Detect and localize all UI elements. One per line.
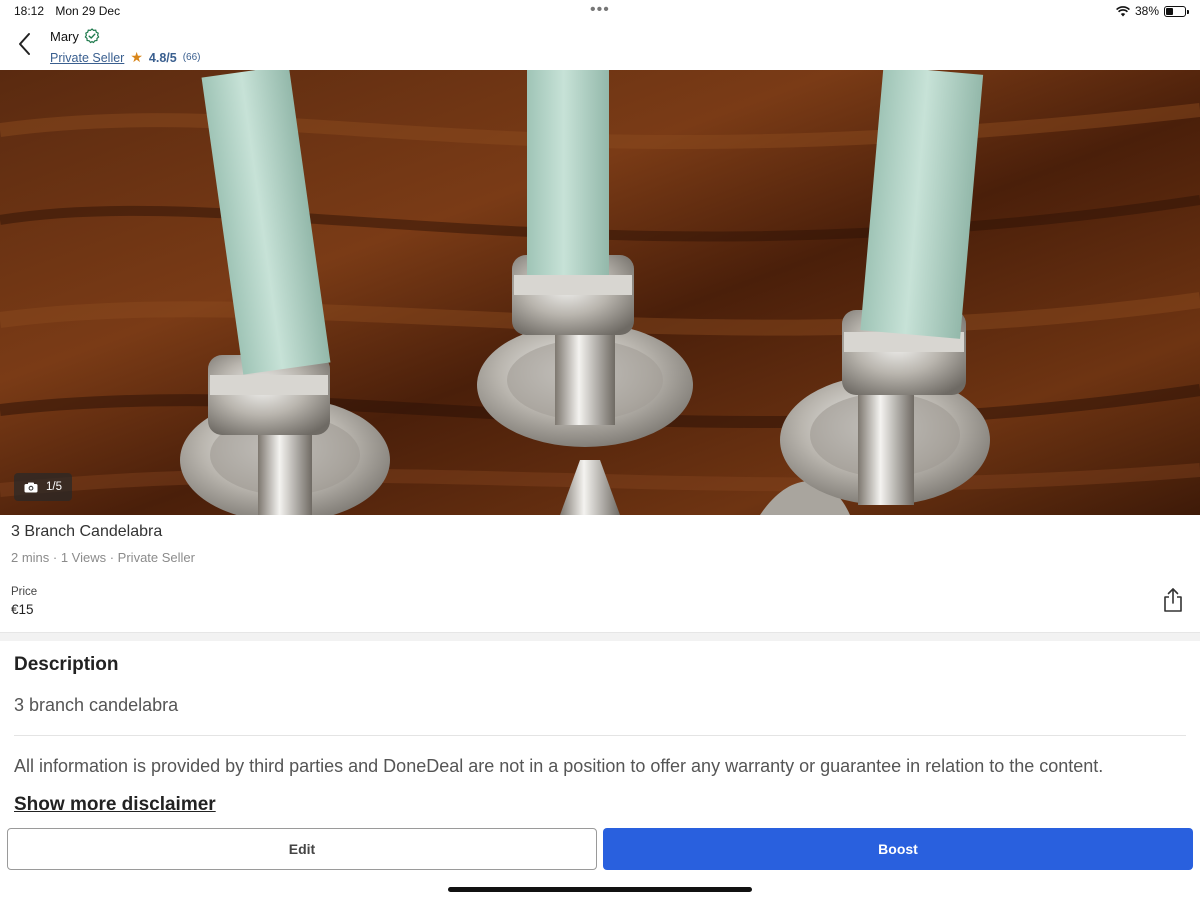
verified-check-icon <box>84 28 100 44</box>
battery-percent: 38% <box>1134 4 1159 18</box>
description-heading: Description <box>14 654 119 675</box>
battery-icon <box>1164 5 1189 17</box>
listing-summary: 3 Branch Candelabra 2 mins · 1 Views · P… <box>0 515 1200 633</box>
seller-type-link[interactable]: Private Seller <box>50 51 124 65</box>
status-right: 38% <box>1116 4 1189 18</box>
listing-meta: 2 mins · 1 Views · Private Seller <box>11 550 195 565</box>
section-divider <box>0 633 1200 641</box>
photo-counter: 1/5 <box>14 473 72 501</box>
status-time-date: 18:12 Mon 29 Dec <box>14 4 128 18</box>
show-more-disclaimer-link[interactable]: Show more disclaimer <box>14 794 216 816</box>
boost-button[interactable]: Boost <box>603 828 1193 870</box>
disclaimer-text: All information is provided by third par… <box>14 756 1104 776</box>
seller-info-line: Private Seller ★ 4.8/5 (66) <box>50 49 201 66</box>
home-indicator[interactable] <box>448 887 752 892</box>
candelabra-image <box>0 70 1200 515</box>
seller-name-row[interactable]: Mary <box>50 28 100 44</box>
photo-counter-text: 1/5 <box>46 481 62 493</box>
seller-header: Mary Private Seller ★ 4.8/5 (66) <box>0 22 1200 70</box>
seller-rating: 4.8/5 <box>148 50 177 65</box>
back-button[interactable] <box>14 30 38 58</box>
share-icon <box>1164 588 1182 612</box>
divider <box>14 735 1186 736</box>
battery-level <box>1166 7 1173 15</box>
camera-icon <box>24 482 38 492</box>
description-text: 3 branch candelabra <box>14 695 179 715</box>
listing-title: 3 Branch Candelabra <box>11 523 163 540</box>
status-bar: 18:12 Mon 29 Dec ••• 38% <box>0 0 1200 22</box>
price-value: €15 <box>11 602 34 617</box>
price-label: Price <box>11 586 38 598</box>
back-chevron-icon <box>19 33 30 55</box>
status-time: 18:12 <box>14 4 45 18</box>
share-button[interactable] <box>1161 587 1185 613</box>
listing-photo[interactable]: 1/5 <box>0 70 1200 515</box>
rating-count: (66) <box>182 52 201 63</box>
multitasking-dots[interactable]: ••• <box>590 1 610 19</box>
status-date: Mon 29 Dec <box>55 4 121 18</box>
star-icon: ★ <box>130 49 143 65</box>
seller-name[interactable]: Mary <box>50 29 79 44</box>
edit-button[interactable]: Edit <box>7 828 597 870</box>
wifi-icon <box>1116 5 1130 16</box>
